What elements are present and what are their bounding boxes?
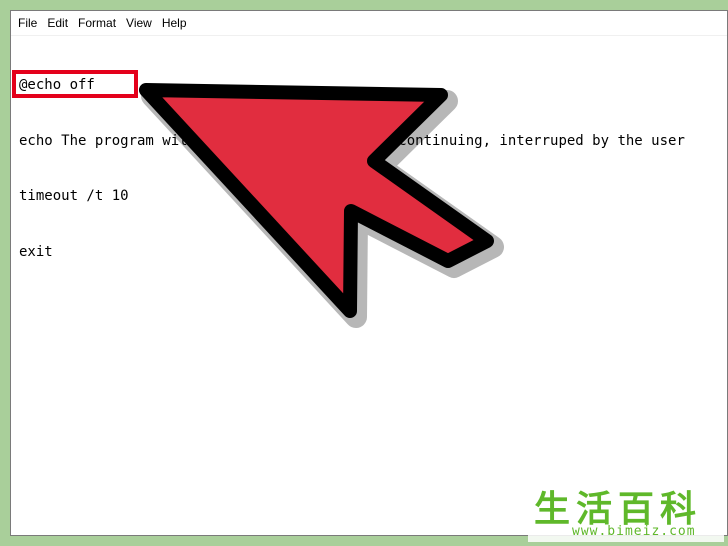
watermark: 生活百科 www.bimeiz.com xyxy=(528,490,724,542)
watermark-url: www.bimeiz.com xyxy=(572,524,696,539)
pointer-arrow-icon xyxy=(139,83,504,328)
